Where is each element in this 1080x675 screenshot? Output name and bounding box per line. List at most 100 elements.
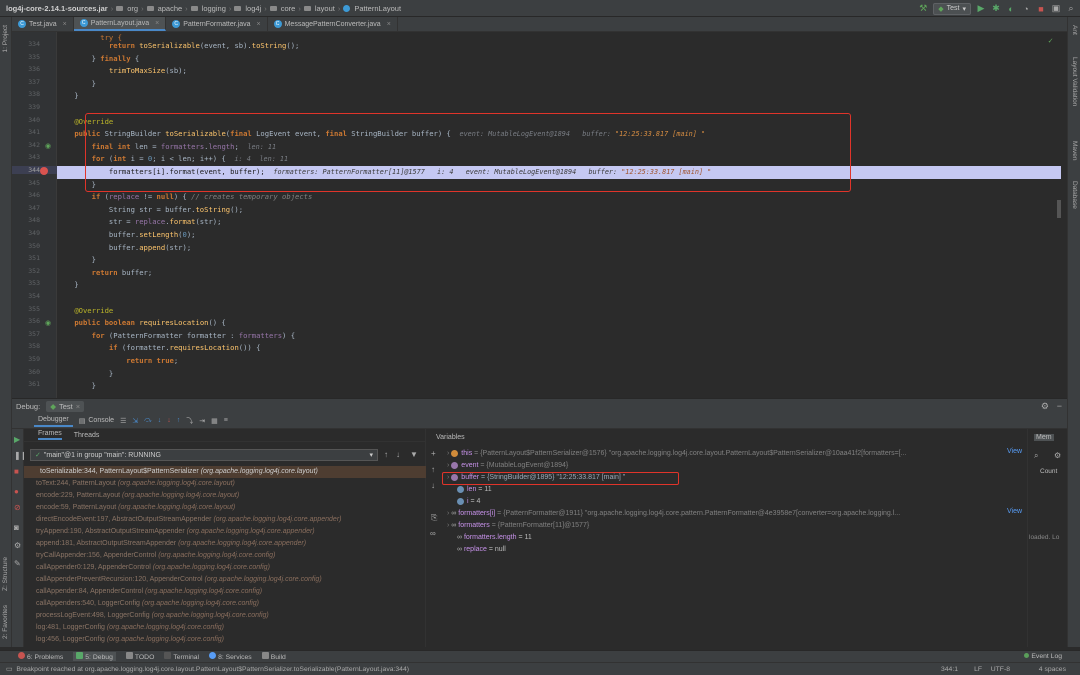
project-structure-icon[interactable]: ▣ <box>1051 3 1061 14</box>
variable-row[interactable]: › event = {MutableLogEvent@1894} <box>447 460 568 472</box>
gear-icon[interactable]: ⚙ <box>1054 451 1061 460</box>
trace-icon[interactable]: ≡ <box>224 417 228 424</box>
coverage-icon[interactable]: ◐ <box>1006 4 1016 14</box>
file-encoding[interactable]: UTF-8 <box>991 666 1010 673</box>
breadcrumb-item[interactable]: logging <box>190 4 226 13</box>
run-to-cursor-icon[interactable]: ⇥ <box>199 417 205 425</box>
frame-row[interactable]: callAppender0:129, AppenderControl (org.… <box>36 562 270 574</box>
frame-row[interactable]: tryCallAppender:156, AppenderControl (or… <box>36 550 275 562</box>
frame-row[interactable]: processLogEvent:498, LoggerConfig (org.a… <box>36 610 269 622</box>
console-tab[interactable]: ▤ Console <box>79 417 114 425</box>
frames-tab[interactable]: Frames <box>38 430 62 440</box>
build-hammer-icon[interactable]: ⚒ <box>918 3 928 14</box>
debug-session-tab[interactable]: ◆ Test × <box>46 400 85 412</box>
breadcrumb-item[interactable]: log4j <box>234 4 261 13</box>
todo-tab[interactable]: TODO <box>125 652 154 661</box>
view-link[interactable]: View <box>1007 448 1022 455</box>
code-editor[interactable]: try { return toSerializable(event, sb).t… <box>57 32 1061 398</box>
step-over-icon[interactable]: ⤼ <box>144 417 151 425</box>
breakpoint-icon[interactable] <box>40 167 48 175</box>
step-out-icon[interactable]: ↑ <box>177 417 181 424</box>
close-icon[interactable]: × <box>387 21 391 28</box>
force-step-into-icon[interactable]: ↓ <box>167 417 171 424</box>
stop-icon[interactable]: ■ <box>14 467 19 476</box>
frame-row[interactable]: log:481, LoggerConfig (org.apache.loggin… <box>36 622 224 634</box>
tab-pattern-layout[interactable]: C PatternLayout.java × <box>73 17 167 31</box>
ant-tool-button[interactable]: Ant <box>1071 25 1078 35</box>
settings-icon[interactable]: ⚙ <box>14 541 21 550</box>
indent-setting[interactable]: 4 spaces <box>1039 666 1066 673</box>
override-icon[interactable]: ◉ <box>45 142 51 150</box>
problems-tab[interactable]: 6: Problems <box>18 652 63 661</box>
tab-message-pattern-converter[interactable]: C MessagePatternConverter.java × <box>268 17 398 31</box>
run-icon[interactable]: ▶ <box>976 3 986 14</box>
favorites-tool-button[interactable]: 2: Favorites <box>2 605 9 639</box>
override-icon[interactable]: ◉ <box>45 319 51 327</box>
variable-row[interactable]: › ∞ formatters = {PatternFormatter[11]@1… <box>447 520 589 532</box>
variable-row[interactable]: i = 4 <box>457 496 480 508</box>
event-log-tab[interactable]: Event Log <box>1024 653 1062 660</box>
debugger-tab[interactable]: Debugger <box>34 414 73 427</box>
variable-row[interactable]: ∞ formatters.length = 11 <box>457 532 532 544</box>
run-configuration-select[interactable]: ◆ Test ▾ <box>933 2 971 15</box>
close-icon[interactable]: × <box>155 20 159 27</box>
layout-validation-tool-button[interactable]: Layout Validation <box>1071 57 1078 106</box>
frame-row[interactable]: callAppenders:540, LoggerConfig (org.apa… <box>36 598 259 610</box>
debug-icon[interactable]: ✱ <box>991 3 1001 14</box>
filter-icon[interactable]: ▼ <box>410 450 418 459</box>
breadcrumb-jar[interactable]: log4j-core-2.14.1-sources.jar <box>6 4 108 13</box>
breadcrumb-item[interactable]: core <box>269 4 295 13</box>
menu-icon[interactable]: ☰ <box>120 417 126 425</box>
memory-tab[interactable]: Mem <box>1034 434 1054 441</box>
variable-row[interactable]: › this = {PatternLayout$PatternSerialize… <box>447 448 906 460</box>
breadcrumb-item[interactable]: layout <box>303 4 335 13</box>
evaluate-icon[interactable]: ▦ <box>211 417 218 425</box>
services-tab[interactable]: 8: Services <box>209 652 252 661</box>
breadcrumb-item[interactable]: org <box>116 4 138 13</box>
variable-row[interactable]: len = 11 <box>457 484 492 496</box>
profile-icon[interactable]: ◔ <box>1021 4 1031 14</box>
drop-frame-icon[interactable]: ⤵ <box>186 416 193 426</box>
close-icon[interactable]: × <box>76 402 80 411</box>
arrow-down-icon[interactable]: ↓ <box>431 481 435 490</box>
close-icon[interactable]: × <box>257 21 261 28</box>
frame-row[interactable]: tryAppend:190, AbstractOutputStreamAppen… <box>36 526 315 538</box>
maven-tool-button[interactable]: Maven <box>1071 141 1078 161</box>
frame-row[interactable]: toText:244, PatternLayout (org.apache.lo… <box>36 478 235 490</box>
frame-row[interactable]: log:456, LoggerConfig (org.apache.loggin… <box>36 634 224 646</box>
search-icon[interactable]: ⌕ <box>1066 3 1076 14</box>
database-tool-button[interactable]: Database <box>1071 181 1078 209</box>
step-into-icon[interactable]: ↓ <box>158 417 162 424</box>
frame-row[interactable]: callAppender:84, AppenderControl (org.ap… <box>36 586 262 598</box>
tab-pattern-formatter[interactable]: C PatternFormatter.java × <box>166 17 268 31</box>
view-breakpoints-icon[interactable]: ● <box>14 487 19 496</box>
cursor-position[interactable]: 344:1 <box>941 666 958 673</box>
frame-row[interactable]: encode:229, PatternLayout (org.apache.lo… <box>36 490 239 502</box>
thread-select[interactable]: ✓ "main"@1 in group "main": RUNNING ▾ <box>30 449 378 461</box>
frame-row[interactable]: encode:59, PatternLayout (org.apache.log… <box>36 502 235 514</box>
structure-tool-button[interactable]: Z: Structure <box>2 557 9 591</box>
search-icon[interactable]: ⌕ <box>1034 451 1038 461</box>
show-execution-point-icon[interactable]: ⇲ <box>132 417 138 425</box>
variable-row[interactable]: ∞ replace = null <box>457 544 506 556</box>
tab-test-java[interactable]: C Test.java × <box>12 17 74 31</box>
view-link[interactable]: View <box>1007 508 1022 515</box>
minimize-icon[interactable]: − <box>1057 401 1062 411</box>
threads-tab[interactable]: Threads <box>74 432 100 439</box>
arrow-down-icon[interactable]: ↓ <box>396 450 400 459</box>
frame-row-selected[interactable]: toSerializable:344, PatternLayout$Patter… <box>24 466 426 478</box>
gear-icon[interactable]: ⚙ <box>1041 401 1049 412</box>
build-tab[interactable]: Build <box>261 652 286 661</box>
glasses-icon[interactable]: ∞ <box>430 529 436 538</box>
scrollbar-thumb[interactable] <box>1057 200 1061 218</box>
mute-breakpoints-icon[interactable]: ⊘ <box>14 503 21 512</box>
camera-icon[interactable]: ◙ <box>14 523 19 532</box>
resume-icon[interactable]: ▶ <box>14 435 20 444</box>
breadcrumb-item[interactable]: PatternLayout <box>343 4 401 13</box>
debug-tab[interactable]: 5: Debug <box>73 652 116 661</box>
close-icon[interactable]: × <box>63 21 67 28</box>
line-separator[interactable]: LF <box>974 666 982 673</box>
copy-icon[interactable]: ⎘ <box>431 513 437 523</box>
arrow-up-icon[interactable]: ↑ <box>431 465 435 474</box>
frame-row[interactable]: append:181, AbstractOutputStreamAppender… <box>36 538 306 550</box>
